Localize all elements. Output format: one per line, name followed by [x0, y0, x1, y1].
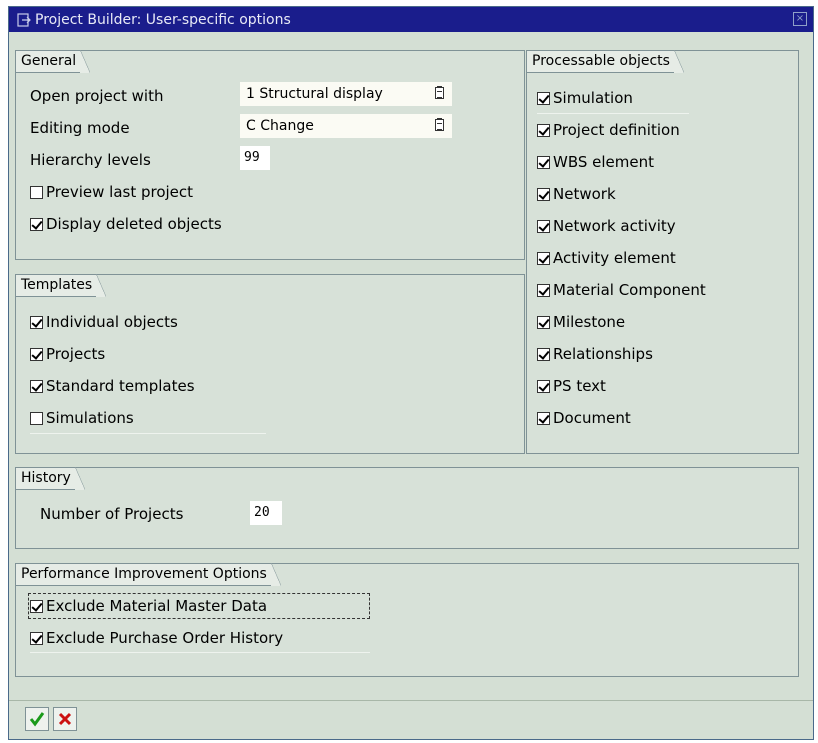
template-item-label: Simulations: [46, 409, 134, 427]
checkbox-checked-icon: [30, 347, 43, 361]
checkbox-checked-icon: [30, 379, 43, 393]
template-projects-checkbox[interactable]: Projects: [30, 345, 105, 363]
history-group: History Number of Projects 20: [15, 466, 799, 549]
general-group-header: General: [15, 49, 91, 73]
object-simulation-checkbox[interactable]: Simulation: [537, 89, 633, 107]
object-label: Simulation: [553, 89, 633, 107]
checkbox-checked-icon: [30, 631, 43, 645]
object-material-component-checkbox[interactable]: Material Component: [537, 281, 706, 299]
object-milestone-checkbox[interactable]: Milestone: [537, 313, 625, 331]
window-title: Project Builder: User-specific options: [35, 11, 291, 28]
template-item-label: Individual objects: [46, 313, 178, 331]
number-of-projects-field[interactable]: 20: [250, 501, 282, 525]
checkbox-checked-icon: [537, 91, 550, 105]
object-ps-text-checkbox[interactable]: PS text: [537, 377, 606, 395]
checkbox-checked-icon: [537, 347, 550, 361]
template-simulations-checkbox[interactable]: Simulations: [30, 409, 134, 427]
title-bar[interactable]: Project Builder: User-specific options ×: [9, 7, 813, 32]
performance-option-label: Exclude Purchase Order History: [46, 629, 284, 647]
checkbox-checked-icon: [30, 599, 43, 613]
number-of-projects-label: Number of Projects: [40, 505, 184, 523]
templates-group-header: Templates: [15, 273, 107, 297]
object-network-checkbox[interactable]: Network: [537, 185, 616, 203]
processable-group-label: Processable objects: [526, 49, 674, 73]
templates-group-label: Templates: [15, 273, 97, 297]
performance-group: Performance Improvement Options Exclude …: [15, 562, 799, 677]
number-of-projects-value: 20: [254, 505, 270, 520]
object-document-checkbox[interactable]: Document: [537, 409, 631, 427]
object-network-activity-checkbox[interactable]: Network activity: [537, 217, 676, 235]
dialog-footer: [9, 700, 813, 739]
object-label: Network: [553, 185, 616, 203]
checkbox-checked-icon: [537, 251, 550, 265]
checkbox-checked-icon: [30, 315, 43, 329]
close-icon[interactable]: ×: [793, 12, 807, 26]
template-individual-objects-checkbox[interactable]: Individual objects: [30, 313, 178, 331]
history-group-header: History: [15, 466, 85, 490]
editing-mode-label: Editing mode: [30, 119, 130, 137]
checkbox-checked-icon: [537, 123, 550, 137]
template-standard-templates-checkbox[interactable]: Standard templates: [30, 377, 195, 395]
display-deleted-objects-label: Display deleted objects: [46, 215, 222, 233]
value-help-icon[interactable]: [435, 86, 444, 99]
object-project-definition-checkbox[interactable]: Project definition: [537, 121, 680, 139]
template-item-label: Standard templates: [46, 377, 195, 395]
dialog-icon: [17, 12, 31, 27]
dialog-window: Project Builder: User-specific options ×…: [8, 6, 814, 740]
open-project-value: 1 Structural display: [246, 86, 383, 102]
template-item-label: Projects: [46, 345, 106, 363]
object-label: Network activity: [553, 217, 676, 235]
processable-objects-group: Processable objects Simulation Project d…: [526, 49, 799, 454]
checkbox-checked-icon: [537, 219, 550, 233]
checkbox-checked-icon: [537, 187, 550, 201]
preview-last-project-checkbox[interactable]: Preview last project: [30, 183, 193, 201]
general-group: General Open project with 1 Structural d…: [15, 49, 525, 260]
exclude-material-master-data-checkbox[interactable]: Exclude Material Master Data: [30, 597, 267, 615]
object-label: WBS element: [553, 153, 655, 171]
object-wbs-element-checkbox[interactable]: WBS element: [537, 153, 654, 171]
hierarchy-levels-field[interactable]: 99: [240, 146, 270, 170]
open-project-label: Open project with: [30, 87, 164, 105]
open-project-field[interactable]: 1 Structural display: [240, 82, 452, 106]
object-label: Document: [553, 409, 631, 427]
editing-mode-field[interactable]: C Change: [240, 114, 452, 138]
processable-group-header: Processable objects: [526, 49, 684, 73]
editing-mode-value: C Change: [246, 118, 314, 134]
value-help-icon[interactable]: [435, 118, 444, 131]
object-label: PS text: [553, 377, 606, 395]
performance-group-header: Performance Improvement Options: [15, 562, 281, 586]
hierarchy-levels-label: Hierarchy levels: [30, 151, 151, 169]
object-activity-element-checkbox[interactable]: Activity element: [537, 249, 676, 267]
general-group-label: General: [15, 49, 81, 73]
object-label: Material Component: [553, 281, 706, 299]
checkbox-icon: [30, 411, 43, 425]
exclude-purchase-order-history-checkbox[interactable]: Exclude Purchase Order History: [30, 629, 283, 647]
red-x-icon: [58, 712, 72, 726]
history-group-label: History: [15, 466, 75, 490]
confirm-button[interactable]: [25, 707, 49, 731]
checkbox-checked-icon: [537, 315, 550, 329]
hierarchy-levels-value: 99: [244, 150, 260, 165]
object-label: Relationships: [553, 345, 653, 363]
object-label: Milestone: [553, 313, 626, 331]
checkbox-checked-icon: [537, 155, 550, 169]
object-relationships-checkbox[interactable]: Relationships: [537, 345, 653, 363]
performance-option-label: Exclude Material Master Data: [46, 597, 268, 615]
green-checkmark-icon: [29, 712, 45, 727]
object-label: Project definition: [553, 121, 680, 139]
cancel-button[interactable]: [53, 707, 77, 731]
checkbox-checked-icon: [537, 411, 550, 425]
checkbox-checked-icon: [537, 283, 550, 297]
checkbox-checked-icon: [30, 217, 43, 231]
display-deleted-objects-checkbox[interactable]: Display deleted objects: [30, 215, 222, 233]
checkbox-icon: [30, 185, 43, 199]
performance-group-label: Performance Improvement Options: [15, 562, 271, 586]
checkbox-checked-icon: [537, 379, 550, 393]
templates-group: Templates Individual objects Projects St…: [15, 273, 525, 454]
object-label: Activity element: [553, 249, 676, 267]
preview-last-project-label: Preview last project: [46, 183, 194, 201]
